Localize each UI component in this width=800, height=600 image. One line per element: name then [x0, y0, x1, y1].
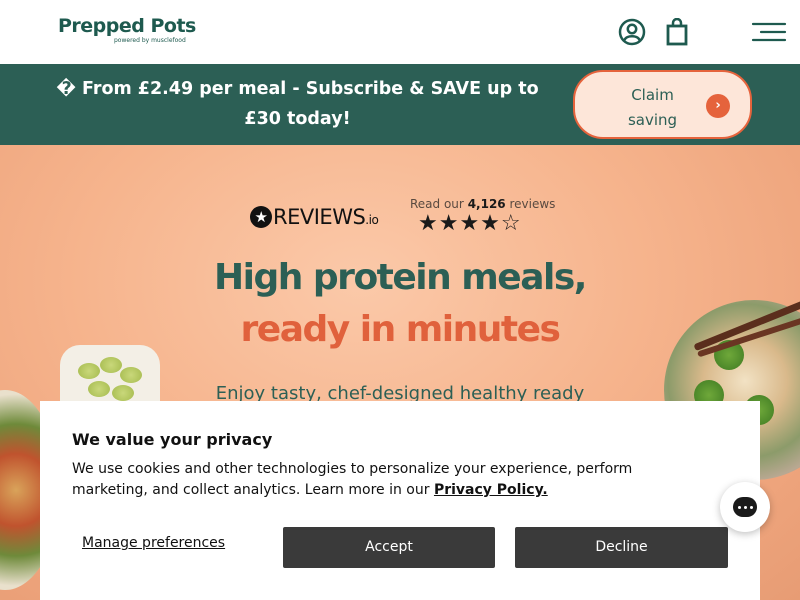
- logo-text: Prepped Pots: [58, 15, 196, 37]
- star-rating-icon: ★★★★☆: [418, 211, 522, 236]
- reviews-read-suffix: reviews: [509, 197, 556, 211]
- cookie-title: We value your privacy: [72, 430, 273, 449]
- manage-preferences-button[interactable]: Manage preferences: [82, 535, 225, 551]
- logo[interactable]: Prepped Pots powered by musclefood: [58, 15, 196, 44]
- reviews-count: 4,126: [467, 197, 506, 211]
- account-icon[interactable]: [617, 16, 647, 48]
- reviews-widget[interactable]: ★ REVIEWS .io Read our 4,126 reviews ★★★…: [250, 193, 555, 239]
- hero-headline-accent: ready in minutes: [240, 309, 561, 350]
- cookie-consent-banner: We value your privacy We use cookies and…: [40, 401, 760, 600]
- promo-banner: � From £2.49 per meal - Subscribe & SAVE…: [0, 64, 800, 145]
- reviews-count-text: Read our 4,126 reviews: [410, 197, 555, 211]
- cookie-body: We use cookies and other technologies to…: [72, 459, 712, 501]
- menu-icon[interactable]: [750, 16, 788, 48]
- chat-button[interactable]: [720, 482, 770, 532]
- reviews-logo-text: REVIEWS: [273, 205, 366, 229]
- privacy-policy-link[interactable]: Privacy Policy.: [434, 482, 548, 498]
- accept-button[interactable]: Accept: [283, 527, 495, 568]
- decline-button[interactable]: Decline: [515, 527, 728, 568]
- logo-tagline: powered by musclefood: [114, 37, 186, 44]
- bag-icon[interactable]: [662, 16, 692, 48]
- claim-saving-label: Claim saving: [627, 86, 678, 129]
- hero-headline: High protein meals,: [214, 257, 587, 298]
- reviews-io-logo: ★ REVIEWS .io: [250, 205, 379, 229]
- star-badge-icon: ★: [250, 206, 272, 228]
- cookie-body-text: We use cookies and other technologies to…: [72, 461, 633, 498]
- site-header: Prepped Pots powered by musclefood: [0, 0, 800, 64]
- chevron-right-icon: ›: [706, 94, 730, 118]
- promo-text: � From £2.49 per meal - Subscribe & SAVE…: [56, 79, 539, 129]
- claim-saving-button[interactable]: Claim saving ›: [573, 70, 752, 139]
- reviews-read-prefix: Read our: [410, 197, 464, 211]
- chat-icon: [733, 497, 757, 517]
- reviews-logo-suffix: .io: [365, 213, 379, 227]
